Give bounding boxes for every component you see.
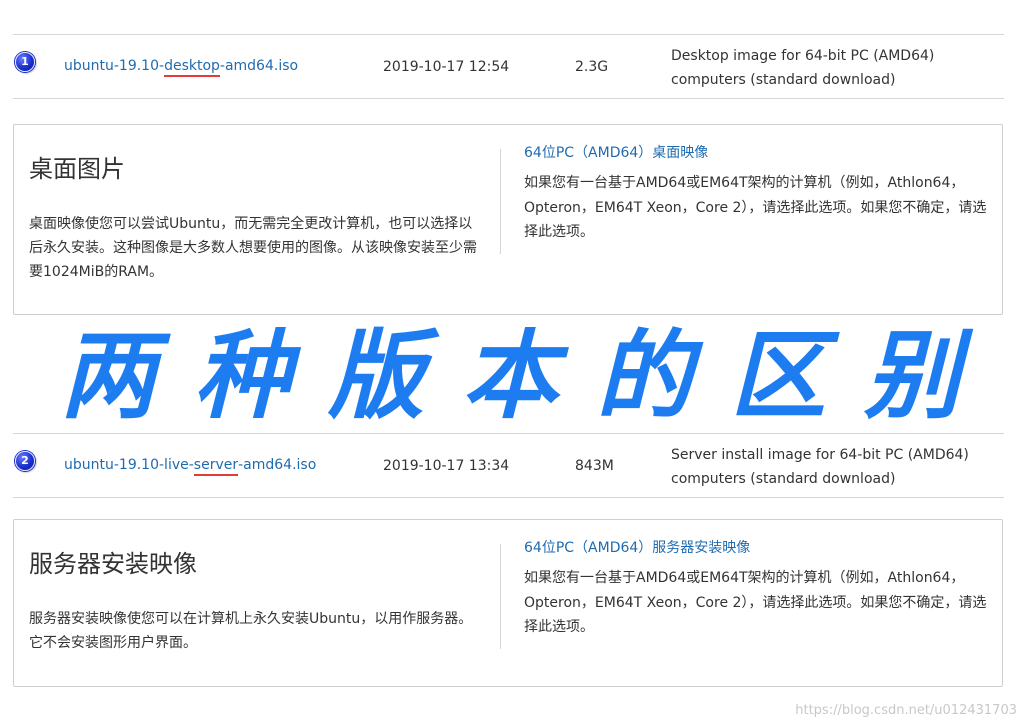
card-right-column: 64位PC（AMD64）桌面映像 如果您有一台基于AMD64或EM64T架构的计… — [524, 141, 994, 245]
number-badge: 1 — [15, 52, 35, 72]
file-size: 2.3G — [575, 59, 609, 75]
banner-char: 别 — [864, 319, 960, 432]
banner-char: 本 — [462, 319, 558, 432]
card-description: 服务器安装映像使您可以在计算机上永久安装Ubuntu，以用作服务器。它不会安装图… — [29, 611, 473, 651]
file-name-suffix: -amd64.iso — [238, 457, 317, 473]
card-description: 桌面映像使您可以尝试Ubuntu，而无需完全更改计算机，也可以选择以后永久安装。… — [29, 216, 477, 280]
info-card-server: 服务器安装映像 服务器安装映像使您可以在计算机上永久安装Ubuntu，以用作服务… — [13, 519, 1003, 687]
card-body-text: 如果您有一台基于AMD64或EM64T架构的计算机（例如，Athlon64，Op… — [524, 175, 987, 240]
row-divider-bottom — [13, 497, 1004, 498]
table-row: 2 ubuntu-19.10-live-server-amd64.iso 201… — [13, 433, 1004, 497]
banner-char: 的 — [596, 319, 692, 432]
file-date: 2019-10-17 13:34 — [383, 458, 510, 474]
watermark: https://blog.csdn.net/u012431703 — [795, 703, 1017, 718]
card-subtitle-link[interactable]: 64位PC（AMD64）服务器安装映像 — [524, 536, 994, 560]
card-title: 服务器安装映像 — [29, 550, 197, 578]
table-row: 1 ubuntu-19.10-desktop-amd64.iso 2019-10… — [13, 34, 1004, 98]
banner-char: 区 — [730, 319, 826, 432]
file-name-prefix: ubuntu-19.10- — [64, 58, 165, 74]
banner-char: 种 — [194, 319, 290, 432]
row-divider-bottom — [13, 98, 1004, 99]
file-description: Desktop image for 64-bit PC (AMD64) comp… — [671, 48, 935, 88]
file-date: 2019-10-17 12:54 — [383, 59, 510, 75]
download-link-desktop[interactable]: ubuntu-19.10-desktop-amd64.iso — [64, 58, 298, 74]
file-name-highlight: desktop — [164, 58, 220, 74]
banner-char: 版 — [328, 319, 424, 432]
card-divider — [500, 149, 501, 254]
card-divider — [500, 544, 501, 649]
download-link-server[interactable]: ubuntu-19.10-live-server-amd64.iso — [64, 457, 316, 473]
card-subtitle-link[interactable]: 64位PC（AMD64）桌面映像 — [524, 141, 994, 165]
card-body-text: 如果您有一台基于AMD64或EM64T架构的计算机（例如，Athlon64，Op… — [524, 570, 987, 635]
file-name-suffix: -amd64.iso — [219, 58, 299, 74]
card-right-column: 64位PC（AMD64）服务器安装映像 如果您有一台基于AMD64或EM64T架… — [524, 536, 994, 640]
file-size: 843M — [575, 458, 614, 474]
number-badge: 2 — [15, 451, 35, 471]
card-title: 桌面图片 — [29, 155, 125, 183]
banner-heading: 两 种 版 本 的 区 别 — [60, 312, 960, 440]
info-card-desktop: 桌面图片 桌面映像使您可以尝试Ubuntu，而无需完全更改计算机，也可以选择以后… — [13, 124, 1003, 315]
file-name-prefix: ubuntu-19.10-live- — [64, 457, 194, 473]
file-description: Server install image for 64-bit PC (AMD6… — [671, 447, 969, 487]
file-name-highlight: server — [193, 457, 239, 473]
banner-char: 两 — [60, 319, 156, 432]
